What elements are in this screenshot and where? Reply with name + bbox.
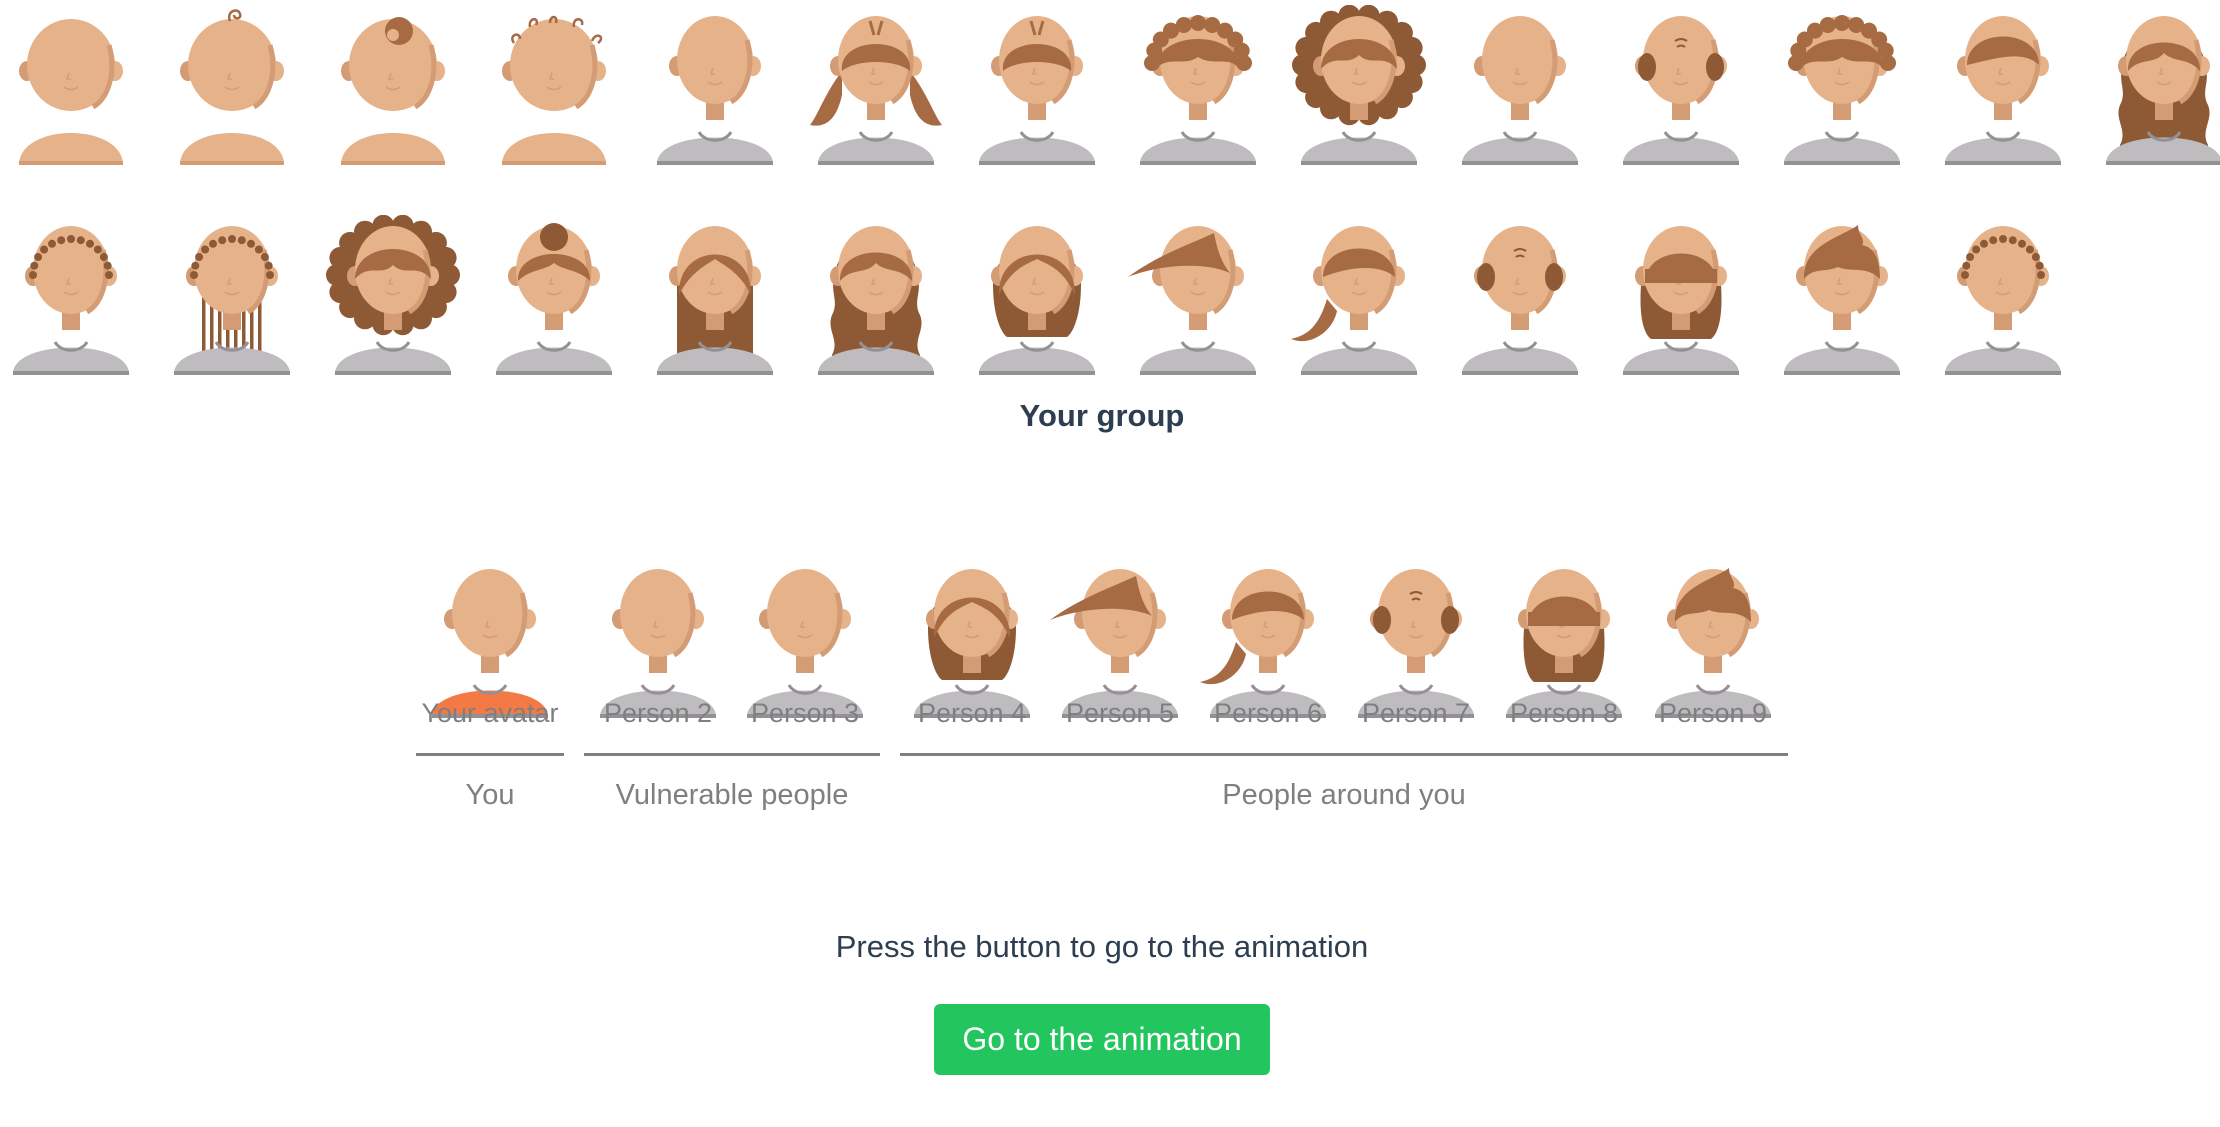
avatar-option[interactable]: [957, 215, 1117, 375]
avatar-option[interactable]: [1601, 215, 1761, 375]
avatar-option[interactable]: [152, 5, 312, 165]
group-member-label: Person 4: [917, 698, 1027, 728]
avatar-option[interactable]: [474, 5, 634, 165]
group-title: Your group: [1019, 398, 1185, 433]
avatar-option[interactable]: [0, 5, 151, 165]
your-avatar[interactable]: [410, 558, 570, 718]
avatar-option[interactable]: [1762, 5, 1922, 165]
bracket-label-people-around: People around you: [1222, 779, 1466, 811]
avatar-option[interactable]: [1762, 215, 1922, 375]
avatar-option[interactable]: [957, 5, 1117, 165]
avatar-option[interactable]: [635, 5, 795, 165]
avatar-option[interactable]: [313, 5, 473, 165]
avatar-option[interactable]: [1440, 5, 1600, 165]
group-member-avatar[interactable]: [1336, 558, 1496, 718]
avatar-option[interactable]: [796, 5, 956, 165]
group-member-label: Person 3: [750, 698, 860, 728]
avatar-option[interactable]: [313, 215, 473, 375]
group-member-label: Person 6: [1213, 698, 1323, 728]
group-member-label: Person 7: [1361, 698, 1471, 728]
bracket-line-vulnerable: [584, 753, 880, 756]
avatar-option[interactable]: [1923, 5, 2083, 165]
avatar-option[interactable]: [1279, 215, 1439, 375]
group-member-label: Your avatar: [421, 698, 559, 728]
group-member-avatar[interactable]: [578, 558, 738, 718]
group-member-avatar[interactable]: [1484, 558, 1644, 718]
go-to-animation-button[interactable]: Go to the animation: [934, 1004, 1270, 1075]
avatar-option[interactable]: [635, 215, 795, 375]
bracket-line-you: [416, 753, 564, 756]
avatar-option[interactable]: [1118, 215, 1278, 375]
group-member-label: Person 5: [1065, 698, 1175, 728]
group-member-avatar[interactable]: [725, 558, 885, 718]
group-member-label: Person 2: [603, 698, 713, 728]
bracket-label-you: You: [465, 779, 515, 811]
avatar-option[interactable]: [2084, 5, 2220, 165]
group-member-label: Person 8: [1509, 698, 1619, 728]
avatar-option[interactable]: [474, 215, 634, 375]
avatar-picker-row-2: [0, 215, 2220, 375]
bracket-label-vulnerable: Vulnerable people: [615, 779, 849, 811]
animation-prompt: Press the button to go to the animation: [835, 929, 1369, 964]
avatar-option[interactable]: [1279, 5, 1439, 165]
group-member-avatar[interactable]: [1188, 558, 1348, 718]
avatar-option[interactable]: [1440, 215, 1600, 375]
avatar-option[interactable]: [1118, 5, 1278, 165]
group-member-avatar[interactable]: [892, 558, 1052, 718]
bracket-line-people-around: [900, 753, 1788, 756]
group-member-label: Person 9: [1658, 698, 1768, 728]
avatar-option[interactable]: [0, 215, 151, 375]
avatar-option[interactable]: [1923, 215, 2083, 375]
avatar-option[interactable]: [152, 215, 312, 375]
group-member-avatar[interactable]: [1040, 558, 1200, 718]
avatar-option[interactable]: [796, 215, 956, 375]
group-member-avatar[interactable]: [1633, 558, 1793, 718]
avatar-picker-row-1: [0, 5, 2220, 165]
avatar-option[interactable]: [1601, 5, 1761, 165]
